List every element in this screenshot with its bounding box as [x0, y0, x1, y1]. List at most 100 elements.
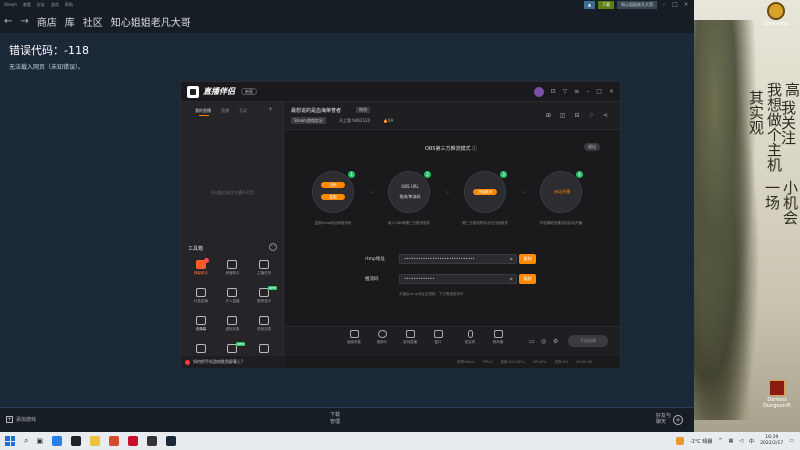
- nav-store[interactable]: 商店: [37, 14, 57, 29]
- steam-menu-friends[interactable]: 好友: [37, 2, 45, 8]
- broadcast-button[interactable]: ▲: [583, 0, 595, 9]
- avatar[interactable]: [533, 86, 544, 97]
- maximize-icon[interactable]: □: [671, 1, 679, 9]
- tool-danmaku-helper[interactable]: 弹幕助手 ·: [185, 258, 217, 280]
- rtmp-address-field[interactable]: •••••••••••••••••••••••••••••• ◉: [399, 254, 517, 264]
- record-icon[interactable]: ▭: [529, 338, 535, 345]
- bag-icon[interactable]: ◫: [560, 112, 566, 119]
- desktop-icon-cemonkyo[interactable]: Cemonkyo: [760, 2, 792, 27]
- tool-music[interactable]: 推荐音乐 NEW: [248, 286, 280, 308]
- tab-my-live[interactable]: 我的直播: [195, 108, 211, 118]
- downloads-title: 下载: [330, 412, 341, 418]
- add-tab-icon[interactable]: +: [268, 106, 273, 118]
- steam-menu-steam[interactable]: Steam: [4, 2, 17, 7]
- help-icon[interactable]: ⓘ: [472, 146, 477, 152]
- edge-icon[interactable]: [52, 436, 63, 446]
- nav-library[interactable]: 库: [65, 14, 75, 29]
- copy-rtmp-button[interactable]: 复制: [519, 254, 536, 264]
- app-version-badge[interactable]: 新版: [241, 88, 257, 95]
- toolbar-window[interactable]: 窗口: [427, 330, 449, 345]
- app-icon[interactable]: [71, 436, 82, 446]
- copy-key-button[interactable]: 复制: [519, 274, 536, 284]
- download-button[interactable]: 下载: [598, 0, 614, 9]
- menu-icon[interactable]: ≡: [574, 88, 579, 95]
- edit-title-button[interactable]: 修改: [356, 107, 370, 113]
- step-4-desc: 伴侣确收到推流后启动开播: [540, 221, 582, 225]
- view-icon[interactable]: ◎: [541, 338, 546, 345]
- toolbar-game[interactable]: 游戏直播: [399, 330, 421, 345]
- toolbar-label: 扬声器: [492, 340, 504, 344]
- nav-community[interactable]: 社区: [83, 14, 103, 29]
- bottom-tip[interactable]: 如何把手机游戏推到屏幕上?: [181, 356, 284, 368]
- step-2-desc: 填入OBS等第三方推流软件: [387, 221, 431, 225]
- bottom-tip-text: 如何把手机游戏推到屏幕上?: [193, 359, 244, 364]
- nav-profile[interactable]: 知心姐姐老凡大哥: [111, 14, 191, 29]
- close-icon[interactable]: ×: [609, 88, 614, 95]
- status-cpu: CPU:0%: [532, 360, 547, 364]
- tool-douyin-live[interactable]: 抖音直播: [185, 288, 217, 308]
- forward-arrow-icon[interactable]: →: [20, 16, 28, 27]
- add-game-button[interactable]: + 添加游戏: [6, 416, 36, 423]
- tool-avatar[interactable]: 虚拟形象: [217, 316, 249, 336]
- ime-icon[interactable]: 中: [749, 438, 754, 445]
- lock-icon[interactable]: ⊟: [575, 112, 580, 119]
- exit-button[interactable]: 退出: [584, 143, 600, 151]
- shirt-icon[interactable]: ▽: [563, 88, 568, 95]
- windows-start-icon[interactable]: [5, 436, 15, 446]
- chevron-up-icon[interactable]: ^: [718, 438, 722, 444]
- streaming-app-icon[interactable]: [147, 436, 158, 446]
- stream-key-field[interactable]: ••••••••••••• ◉: [399, 274, 517, 284]
- maximize-icon[interactable]: □: [596, 88, 602, 95]
- tab-live[interactable]: 直播: [221, 108, 229, 118]
- bell-icon[interactable]: ♢: [589, 112, 594, 119]
- tab-interact[interactable]: 互动: [239, 108, 247, 118]
- toolbar-speaker[interactable]: 扬声器: [487, 330, 509, 345]
- tool-streamer-task[interactable]: 主播任务: [248, 260, 280, 280]
- tool-set-danmaku[interactable]: 设弹幕: [185, 316, 217, 336]
- friends-chat-button[interactable]: 好友与 聊天: [656, 413, 671, 425]
- figure-icon: [227, 316, 238, 325]
- netease-icon[interactable]: [128, 436, 139, 446]
- speaker-icon: [493, 330, 503, 338]
- steam-menu-games[interactable]: 游戏: [51, 2, 59, 8]
- eye-icon[interactable]: ◉: [510, 275, 514, 283]
- minimize-icon[interactable]: –: [660, 1, 668, 9]
- steam-icon[interactable]: [166, 436, 177, 446]
- clock[interactable]: 16:29 2022/2/17: [760, 435, 783, 447]
- weather-text[interactable]: -1°C 晴朗: [690, 438, 713, 445]
- task-view-icon[interactable]: ▣: [36, 437, 43, 445]
- tool-label: 虚拟形象: [225, 327, 240, 331]
- toolbar-camera[interactable]: 摄像头: [371, 330, 393, 345]
- network-icon[interactable]: ▦: [729, 438, 734, 444]
- new-badge: NEW: [236, 342, 246, 346]
- search-icon[interactable]: ⌕: [24, 436, 28, 446]
- file-explorer-icon[interactable]: [90, 436, 101, 446]
- tool-voice[interactable]: 语音连麦: [248, 316, 280, 336]
- start-live-button[interactable]: 开始直播: [568, 335, 608, 347]
- tool-open-live[interactable]: 开人直播: [217, 288, 249, 308]
- toolbar-capture[interactable]: 画面采集: [343, 330, 365, 345]
- gift-box-icon[interactable]: ⊞: [546, 112, 551, 119]
- volume-icon[interactable]: ◁: [739, 438, 743, 444]
- steam-menu-view[interactable]: 查看: [23, 2, 31, 8]
- close-icon[interactable]: ×: [682, 1, 690, 9]
- desktop-icon-darkest-dungeon[interactable]: Darkest Dungeon®: [760, 380, 794, 409]
- category-tag[interactable]: Steam游戏实况: [291, 117, 326, 124]
- left-tabs: 我的直播 直播 互动 +: [181, 102, 283, 118]
- notification-icon[interactable]: ▭: [789, 438, 794, 444]
- toolbox-more-icon[interactable]: ···: [269, 243, 277, 251]
- back-arrow-icon[interactable]: ←: [4, 16, 12, 27]
- status-memory: 内存:0%: [554, 359, 569, 364]
- steam-menu-help[interactable]: 帮助: [65, 2, 73, 8]
- user-menu[interactable]: 知心姐姐老凡大哥: [617, 0, 657, 9]
- gift-icon[interactable]: ⊡: [551, 88, 556, 95]
- downloads-button[interactable]: 下载 管理: [330, 412, 340, 426]
- toolbar-microphone[interactable]: 麦克风: [459, 330, 481, 345]
- minimize-icon[interactable]: –: [586, 88, 589, 95]
- eye-icon[interactable]: ◉: [510, 255, 514, 263]
- app-icon[interactable]: [109, 436, 120, 446]
- share-icon[interactable]: ⋖: [603, 112, 608, 119]
- tool-room-manager[interactable]: 房管助手: [217, 260, 249, 280]
- friends-add-icon[interactable]: +: [673, 415, 683, 425]
- settings-gear-icon[interactable]: ⚙: [553, 338, 558, 345]
